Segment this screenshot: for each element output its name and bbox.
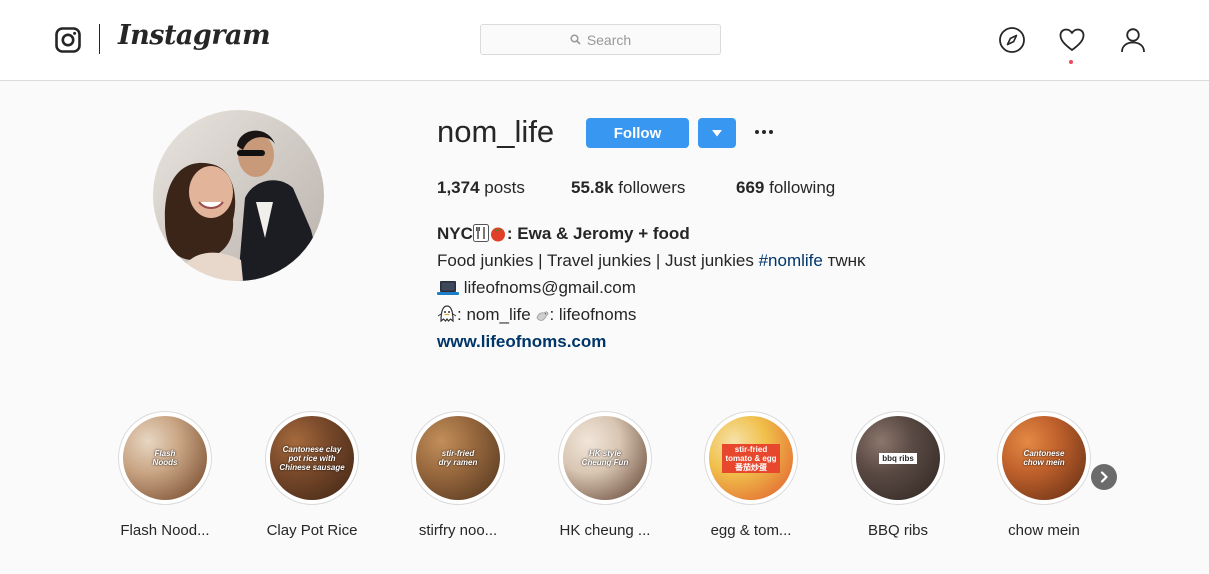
dot-icon xyxy=(755,130,759,134)
following-label: following xyxy=(764,178,836,197)
chevron-right-icon xyxy=(1100,471,1108,483)
bio-social-b: : lifeofnoms xyxy=(549,305,637,324)
bio-name-suffix: : Ewa & Jeromy + food xyxy=(506,224,690,243)
highlight-label: stirfry noo... xyxy=(418,522,498,539)
activity-heart-icon[interactable] xyxy=(1058,26,1086,54)
bio-hashtag-link[interactable]: #nomlife xyxy=(759,251,823,270)
highlight-label: Flash Nood... xyxy=(120,522,210,539)
follow-button[interactable]: Follow xyxy=(586,118,689,148)
story-highlight[interactable]: HK style Cheung Fun HK cheung ... xyxy=(535,411,675,539)
more-options-button[interactable] xyxy=(751,124,777,140)
highlight-ring: bbq ribs xyxy=(851,411,945,505)
search-placeholder: Search xyxy=(586,31,632,48)
bio-website-link[interactable]: www.lifeofnoms.com xyxy=(437,332,606,352)
highlight-cover-image: Cantonese clay pot rice with Chinese sau… xyxy=(270,416,354,500)
highlight-cover-caption: stir-fried dry ramen xyxy=(438,449,478,467)
profile-username: nom_life xyxy=(437,114,555,149)
laptop-icon xyxy=(437,281,459,295)
story-highlight[interactable]: stir-fried tomato & egg 番茄炒蛋 egg & tom... xyxy=(681,411,821,539)
stat-posts: 1,374 posts xyxy=(437,178,525,198)
highlight-ring: HK style Cheung Fun xyxy=(558,411,652,505)
following-count: 669 xyxy=(736,178,765,197)
highlight-ring: stir-fried dry ramen xyxy=(411,411,505,505)
dot-icon xyxy=(769,130,773,134)
bird-icon xyxy=(537,311,549,321)
stat-followers[interactable]: 55.8k followers xyxy=(571,178,685,198)
highlight-cover-image: stir-fried dry ramen xyxy=(416,416,500,500)
logo-divider xyxy=(99,24,100,54)
avatar-photo xyxy=(153,110,324,281)
highlight-cover-image: bbq ribs xyxy=(856,416,940,500)
highlight-ring: Cantonese chow mein xyxy=(997,411,1091,505)
story-highlight[interactable]: bbq ribs BBQ ribs xyxy=(828,411,968,539)
highlight-label: BBQ ribs xyxy=(867,522,928,539)
highlight-cover-image: Flash Noods xyxy=(123,416,207,500)
stat-following[interactable]: 669 following xyxy=(736,178,835,198)
highlight-label: Clay Pot Rice xyxy=(266,522,358,539)
highlight-cover-caption: Cantonese clay pot rice with Chinese sau… xyxy=(279,444,345,472)
bio-text-line: Food junkies | Travel junkies | Just jun… xyxy=(437,251,866,271)
instagram-logo-icon[interactable] xyxy=(55,27,81,53)
highlight-label: HK cheung ... xyxy=(559,522,651,539)
bio-line-text: Food junkies | Travel junkies | Just jun… xyxy=(437,251,759,270)
highlight-ring: stir-fried tomato & egg 番茄炒蛋 xyxy=(704,411,798,505)
story-highlight[interactable]: stir-fried dry ramen stirfry noo... xyxy=(388,411,528,539)
highlight-ring: Cantonese clay pot rice with Chinese sau… xyxy=(265,411,359,505)
highlight-ring: Flash Noods xyxy=(118,411,212,505)
bio-social-a: : nom_life xyxy=(457,305,536,324)
posts-count: 1,374 xyxy=(437,178,480,197)
instagram-wordmark[interactable]: Instagram xyxy=(118,20,271,51)
ghost-icon xyxy=(437,305,457,323)
top-nav: Instagram Search xyxy=(0,0,1209,81)
dot-icon xyxy=(762,130,766,134)
highlights-next-button[interactable] xyxy=(1091,464,1117,490)
highlight-cover-image: stir-fried tomato & egg 番茄炒蛋 xyxy=(709,416,793,500)
suggested-dropdown-button[interactable] xyxy=(698,118,736,148)
posts-label: posts xyxy=(479,178,525,197)
notification-dot xyxy=(1069,60,1073,64)
followers-label: followers xyxy=(613,178,686,197)
search-input[interactable]: Search xyxy=(480,24,721,55)
highlight-cover-caption: Cantonese chow mein xyxy=(1023,449,1065,467)
highlight-label: chow mein xyxy=(1008,522,1080,539)
highlight-cover-caption: stir-fried tomato & egg 番茄炒蛋 xyxy=(722,443,780,473)
bio-social-line: : nom_life : lifeofnoms xyxy=(437,305,636,325)
highlight-cover-image: HK style Cheung Fun xyxy=(563,416,647,500)
tomato-icon xyxy=(490,227,505,242)
highlight-cover-image: Cantonese chow mein xyxy=(1002,416,1086,500)
search-icon xyxy=(570,34,581,45)
bio-name-prefix: NYC xyxy=(437,224,473,243)
bio-full-name: NYC : Ewa & Jeromy + food xyxy=(437,224,690,244)
caret-down-icon xyxy=(712,129,722,136)
highlight-cover-caption: Flash Noods xyxy=(152,449,178,467)
profile-avatar[interactable] xyxy=(153,110,324,281)
highlight-cover-caption: bbq ribs xyxy=(879,452,917,464)
highlight-cover-caption: HK style Cheung Fun xyxy=(581,449,629,467)
story-highlight[interactable]: Cantonese clay pot rice with Chinese sau… xyxy=(242,411,382,539)
highlight-label: egg & tom... xyxy=(710,522,792,539)
utensils-icon xyxy=(472,224,489,242)
profile-person-icon[interactable] xyxy=(1119,26,1147,54)
explore-compass-icon[interactable] xyxy=(998,26,1026,54)
bio-email: lifeofnoms@gmail.com xyxy=(459,278,636,297)
bio-email-line: lifeofnoms@gmail.com xyxy=(437,278,636,298)
bio-signoff: ᴛᴡʜᴋ xyxy=(822,251,866,270)
story-highlight[interactable]: Flash Noods Flash Nood... xyxy=(95,411,235,539)
followers-count: 55.8k xyxy=(571,178,614,197)
